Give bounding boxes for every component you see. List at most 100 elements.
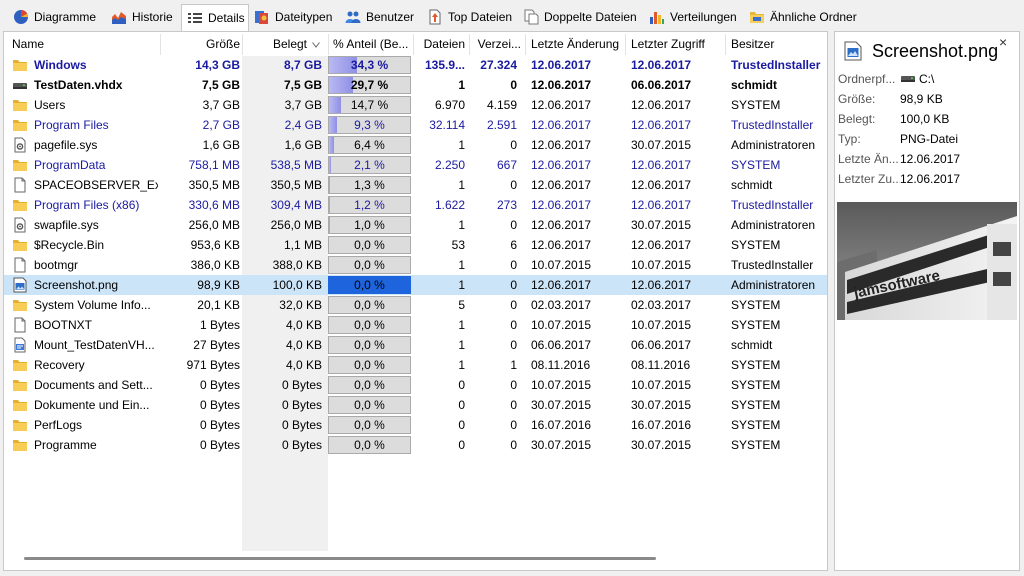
column-header-modified[interactable]: Letzte Änderung — [531, 32, 623, 56]
cell-owner: schmidt — [731, 178, 773, 192]
distribution-chart-icon — [649, 9, 670, 25]
cell-files: 6.970 — [434, 98, 465, 112]
tab-top-dateien[interactable]: Top Dateien — [424, 5, 514, 29]
column-header-accessed[interactable]: Letzter Zugriff — [631, 32, 723, 56]
image-preview: jamsoftware — [837, 202, 1017, 320]
tab-verteilungen[interactable]: Verteilungen — [646, 5, 740, 29]
cell-modified: 12.06.2017 — [531, 58, 592, 72]
cell-alloc: 0 Bytes — [281, 378, 322, 392]
cell-folders: 0 — [510, 138, 517, 152]
cell-name: Program Files — [34, 118, 109, 132]
cell-pct: 0,0 % — [354, 258, 385, 272]
cell-name: Programme — [34, 438, 97, 452]
tab-dateitypen[interactable]: Dateitypen — [251, 5, 337, 29]
column-header-folders[interactable]: Verzei... — [471, 32, 521, 56]
folder-icon — [12, 197, 28, 213]
table-row[interactable]: pagefile.sys 1,6 GB 1,6 GB 1 0 12.06.2017 30.0… — [4, 135, 827, 155]
column-separator[interactable] — [525, 34, 526, 55]
property-value: 12.06.2017 — [900, 170, 960, 188]
tab-historie[interactable]: Historie — [108, 5, 176, 29]
cell-size: 7,5 GB — [201, 78, 240, 92]
cell-modified: 02.03.2017 — [531, 298, 592, 312]
column-header-files[interactable]: Dateien — [415, 32, 465, 56]
column-separator[interactable] — [625, 34, 626, 55]
tab-details[interactable]: Details — [181, 4, 249, 31]
cell-files: 5 — [458, 298, 465, 312]
cell-owner: SYSTEM — [731, 98, 781, 112]
table-row[interactable]: Dokumente und Ein... 0 Bytes 0 Bytes 0 0 30.0… — [4, 395, 827, 415]
table-row[interactable]: swapfile.sys 256,0 MB 256,0 MB 1 0 12.06.2017… — [4, 215, 827, 235]
cell-files: 0 — [458, 378, 465, 392]
table-row[interactable]: Users 3,7 GB 3,7 GB 6.970 4.159 12.06.2017 12.… — [4, 95, 827, 115]
cell-owner: SYSTEM — [731, 398, 781, 412]
column-separator[interactable] — [328, 34, 329, 55]
property-value: PNG-Datei — [900, 130, 958, 148]
property-value-text: 12.06.2017 — [900, 172, 961, 186]
column-header-name[interactable]: Name — [12, 32, 160, 56]
column-separator[interactable] — [725, 34, 726, 55]
cell-owner: schmidt — [731, 338, 773, 352]
table-row[interactable]: $Recycle.Bin 953,6 KB 1,1 MB 53 6 12.06.2017 1… — [4, 235, 827, 255]
table-row[interactable]: BOOTNXT 1 Bytes 4,0 KB 1 0 10.07.2015 10.07.20… — [4, 315, 827, 335]
cell-pct: 0,0 % — [354, 318, 385, 332]
cell-modified: 12.06.2017 — [531, 218, 592, 232]
horizontal-scrollbar[interactable] — [24, 557, 656, 560]
percent-bar: 0,0 % — [328, 336, 411, 354]
column-header-pct[interactable]: % Anteil (Be... — [333, 32, 413, 56]
table-row[interactable]: ProgramData 758,1 MB 538,5 MB 2.250 667 12.06… — [4, 155, 827, 175]
percent-bar: 29,7 % — [328, 76, 411, 94]
column-header-size[interactable]: Größe — [162, 32, 240, 56]
cell-alloc: 1,6 GB — [284, 138, 322, 152]
table-row[interactable]: System Volume Info... 20,1 KB 32,0 KB 5 0 02.… — [4, 295, 827, 315]
table-row[interactable]: Recovery 971 Bytes 4,0 KB 1 1 08.11.2016 08.11… — [4, 355, 827, 375]
cell-name: swapfile.sys — [34, 218, 99, 232]
cell-accessed: 30.07.2015 — [631, 138, 692, 152]
table-row[interactable]: Mount_TestDatenVH... 27 Bytes 4,0 KB 1 0 06.0… — [4, 335, 827, 355]
cell-files: 1 — [458, 358, 465, 372]
column-header-alloc[interactable]: Belegt — [244, 32, 322, 56]
column-header-label: Letzter Zugriff — [631, 37, 705, 51]
cell-folders: 6 — [510, 238, 517, 252]
column-header-owner[interactable]: Besitzer — [731, 32, 825, 56]
history-chart-icon — [111, 9, 132, 25]
table-row[interactable]: Documents and Sett... 0 Bytes 0 Bytes 0 0 10.… — [4, 375, 827, 395]
table-row[interactable]: Program Files 2,7 GB 2,4 GB 32.114 2.591 12.0… — [4, 115, 827, 135]
cell-size: 350,5 MB — [188, 178, 240, 192]
tab-bar: Diagramme Historie Details Dateitypen Benutz… — [0, 0, 1024, 31]
cell-folders: 667 — [496, 158, 517, 172]
table-row[interactable]: Programme 0 Bytes 0 Bytes 0 0 30.07.2015 30.07… — [4, 435, 827, 455]
tab-ähnliche-ordner[interactable]: Ähnliche Ordner — [746, 5, 862, 29]
tab-benutzer[interactable]: Benutzer — [342, 5, 418, 29]
cell-folders: 0 — [510, 298, 517, 312]
table-row[interactable]: PerfLogs 0 Bytes 0 Bytes 0 0 16.07.2016 16.07.… — [4, 415, 827, 435]
cell-accessed: 12.06.2017 — [631, 158, 692, 172]
tab-diagramme[interactable]: Diagramme — [10, 5, 102, 29]
close-icon[interactable]: × — [999, 35, 1007, 49]
table-row[interactable]: bootmgr 386,0 KB 388,0 KB 1 0 10.07.2015 10.07… — [4, 255, 827, 275]
folder-icon — [12, 417, 28, 433]
cell-accessed: 10.07.2015 — [631, 258, 692, 272]
cell-pct: 0,0 % — [354, 418, 385, 432]
cell-name: Screenshot.png — [34, 278, 119, 292]
cell-pct: 0,0 % — [354, 338, 385, 352]
table-row[interactable]: TestDaten.vhdx 7,5 GB 7,5 GB 1 0 12.06.2017 06… — [4, 75, 827, 95]
column-separator[interactable] — [413, 34, 414, 55]
folder-icon — [12, 157, 28, 173]
folder-icon — [12, 377, 28, 393]
column-separator[interactable] — [469, 34, 470, 55]
cell-modified: 12.06.2017 — [531, 238, 592, 252]
cell-folders: 0 — [510, 398, 517, 412]
cell-alloc: 388,0 KB — [272, 258, 322, 272]
cell-files: 1 — [458, 318, 465, 332]
table-row[interactable]: Screenshot.png 98,9 KB 100,0 KB 1 0 12.06.201… — [4, 275, 827, 295]
column-separator[interactable] — [160, 34, 161, 55]
tab-doppelte-dateien[interactable]: Doppelte Dateien — [520, 5, 638, 29]
property-row: Ordnerpf... C:\ — [838, 70, 1018, 88]
cell-owner: Administratoren — [731, 218, 816, 232]
table-row[interactable]: Windows 14,3 GB 8,7 GB 135.9... 27.324 12.06.… — [4, 55, 827, 75]
cell-modified: 12.06.2017 — [531, 118, 592, 132]
table-row[interactable]: SPACEOBSERVER_Ex... 350,5 MB 350,5 MB 1 0 12.… — [4, 175, 827, 195]
cell-size: 98,9 KB — [197, 278, 240, 292]
table-row[interactable]: Program Files (x86) 330,6 MB 309,4 MB 1.622… — [4, 195, 827, 215]
column-separator[interactable] — [242, 34, 243, 55]
